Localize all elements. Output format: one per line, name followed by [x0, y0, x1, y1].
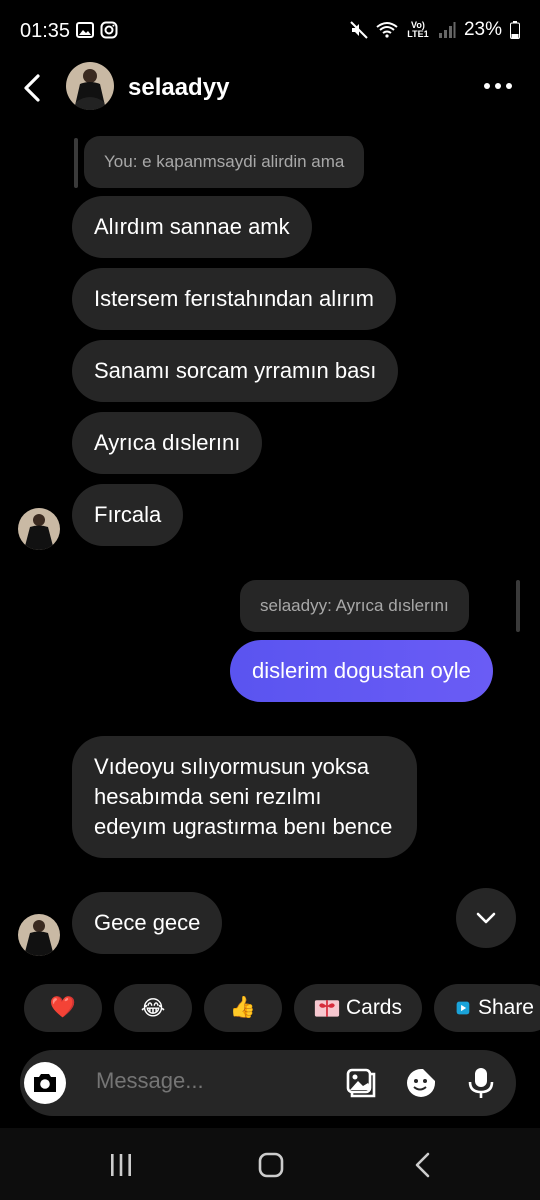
- system-nav-bar: [0, 1128, 540, 1200]
- message-composer: [20, 1050, 516, 1116]
- reply-indicator: [516, 580, 520, 632]
- recent-apps-icon[interactable]: [106, 1150, 136, 1180]
- message-bubble[interactable]: Vıdeoyu sılıyormusun yoksa hesabımda sen…: [72, 736, 417, 858]
- gift-icon: [314, 1000, 340, 1017]
- gallery-icon[interactable]: [344, 1066, 378, 1100]
- camera-button[interactable]: [24, 1062, 66, 1104]
- volte-icon: Vo) LTE1: [407, 20, 429, 39]
- thumbs-up-reaction-button[interactable]: 👍: [204, 984, 282, 1032]
- back-arrow-icon[interactable]: [18, 72, 50, 104]
- message-bubble[interactable]: Istersem ferıstahından alırım: [72, 268, 396, 330]
- back-icon[interactable]: [408, 1150, 438, 1180]
- camera-icon: [34, 1074, 56, 1092]
- home-icon[interactable]: [256, 1150, 286, 1180]
- replied-message[interactable]: You: e kapanmsaydi alirdin ama: [84, 136, 365, 188]
- sticker-icon[interactable]: [404, 1066, 438, 1100]
- message-bubble[interactable]: Sanamı sorcam yrramın bası: [72, 340, 399, 402]
- instagram-icon: [100, 21, 118, 39]
- wifi-icon: [376, 22, 398, 38]
- cards-button[interactable]: Cards: [294, 984, 422, 1032]
- share-button[interactable]: Share: [434, 984, 540, 1032]
- sender-avatar[interactable]: [18, 914, 60, 956]
- message-bubble[interactable]: Ayrıca dıslerını: [72, 412, 263, 474]
- message-bubble[interactable]: Gece gece: [72, 892, 223, 954]
- chat-username[interactable]: selaadyy: [128, 74, 229, 102]
- laugh-reaction-button[interactable]: 😂: [114, 984, 192, 1032]
- share-label: Share: [477, 996, 534, 1019]
- replied-message[interactable]: selaadyy: Ayrıca dıslerını: [240, 580, 469, 632]
- chat-header: selaadyy: [0, 62, 540, 118]
- scroll-to-bottom-button[interactable]: [456, 888, 516, 948]
- mute-icon: [350, 21, 368, 39]
- heart-reaction-button[interactable]: ❤️: [24, 984, 102, 1032]
- more-options-icon[interactable]: [482, 74, 514, 98]
- battery-percent: 23%: [463, 19, 502, 40]
- message-bubble[interactable]: Alırdım sannae amk: [72, 196, 312, 258]
- avatar[interactable]: [66, 62, 114, 110]
- signal-icon: [438, 22, 456, 38]
- message-input[interactable]: [96, 1068, 336, 1094]
- share-icon: [456, 1001, 470, 1015]
- battery-icon: [510, 21, 520, 39]
- message-bubble[interactable]: Fırcala: [72, 484, 184, 546]
- microphone-icon[interactable]: [464, 1066, 498, 1100]
- sender-avatar[interactable]: [18, 508, 60, 550]
- chevron-down-icon: [476, 912, 496, 924]
- sent-message-bubble[interactable]: dislerim dogustan oyle: [230, 640, 493, 702]
- quick-replies: ❤️ 😂 👍 Cards Share: [24, 984, 540, 1032]
- reply-indicator: [74, 138, 78, 188]
- status-bar: 01:35 Vo) LTE1 23%: [0, 0, 540, 62]
- cards-label: Cards: [345, 996, 402, 1019]
- status-time: 01:35: [20, 20, 71, 42]
- gallery-icon: [76, 22, 94, 38]
